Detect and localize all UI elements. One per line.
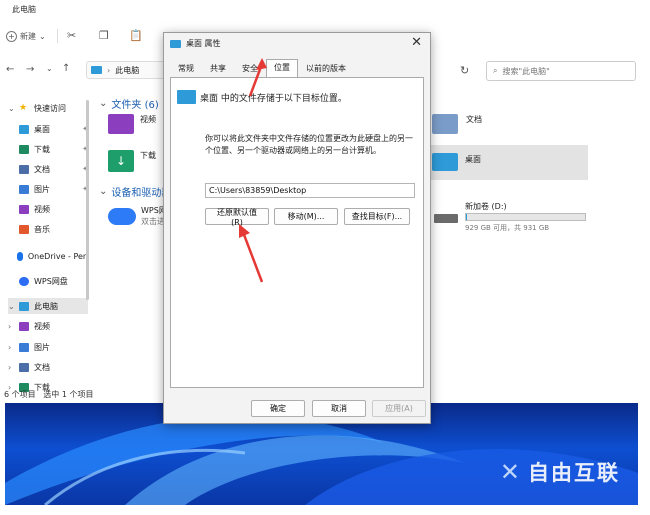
annotation-arrow-tab <box>248 58 267 97</box>
annotation-arrow-restore <box>239 224 264 283</box>
annotation-overlay <box>239 58 267 283</box>
